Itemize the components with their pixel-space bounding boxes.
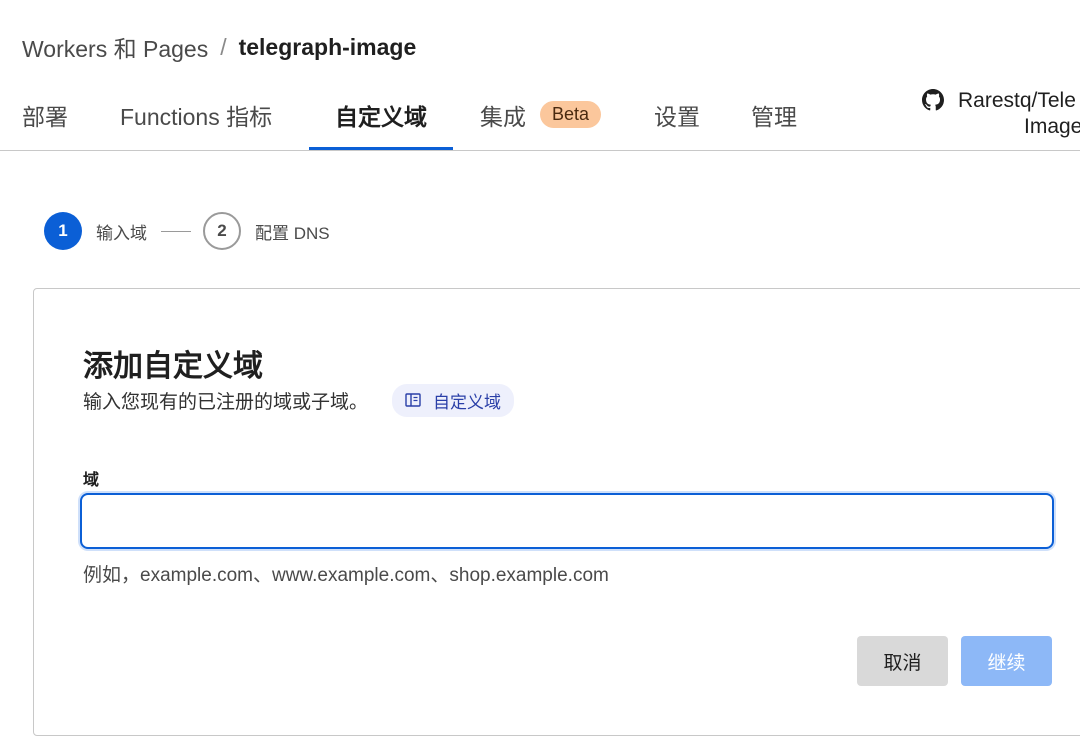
step-1-indicator: 1 [44, 212, 82, 250]
docs-link-label: 自定义域 [433, 392, 502, 412]
cancel-button[interactable]: 取消 [857, 636, 948, 686]
tab-label: 设置 [654, 103, 700, 130]
tab-integrations[interactable]: 集成 Beta [480, 80, 602, 149]
stepper: 1 输入域 2 配置 DNS [44, 211, 330, 251]
breadcrumb-parent-link[interactable]: Workers 和 Pages [22, 30, 208, 64]
repo-name-line2: Image [1024, 115, 1080, 138]
tab-label: 部署 [22, 103, 68, 130]
breadcrumb-current: telegraph-image [238, 33, 417, 60]
step-1-label: 输入域 [96, 223, 147, 243]
beta-badge: Beta [540, 101, 602, 128]
tab-deployments[interactable]: 部署 [22, 80, 68, 149]
tab-label: 集成 [480, 103, 526, 130]
tab-settings[interactable]: 设置 [654, 80, 700, 149]
github-icon [922, 89, 944, 118]
add-custom-domain-card: 添加自定义域 输入您现有的已注册的域或子域。 自定义域 域 例如，example… [33, 288, 1080, 736]
tab-manage[interactable]: 管理 [751, 80, 797, 149]
repo-name-line1: Rarestq/Tele [958, 89, 1076, 112]
tab-functions-metrics[interactable]: Functions 指标 [120, 80, 272, 149]
tab-label: Functions 指标 [120, 103, 273, 130]
step-connector [161, 230, 191, 232]
breadcrumb: Workers 和 Pages / telegraph-image [22, 30, 416, 64]
domain-field-label: 域 [83, 472, 100, 489]
tab-bar: 部署 Functions 指标 自定义域 集成 Beta 设置 管理 [0, 80, 1080, 151]
page: Workers 和 Pages / telegraph-image 部署 Fun… [0, 0, 1080, 737]
breadcrumb-separator: / [220, 33, 227, 60]
card-subtitle-row: 输入您现有的已注册的域或子域。 自定义域 [83, 383, 515, 417]
domain-hint: 例如，example.com、www.example.com、shop.exam… [83, 565, 609, 586]
tab-label: 自定义域 [335, 103, 427, 130]
domain-input[interactable] [80, 493, 1054, 549]
continue-button[interactable]: 继续 [961, 636, 1052, 686]
tab-label: 管理 [751, 103, 797, 130]
card-title: 添加自定义域 [83, 350, 263, 383]
tab-custom-domains[interactable]: 自定义域 [309, 80, 453, 150]
book-icon [405, 393, 421, 407]
step-2-indicator: 2 [203, 212, 241, 250]
step-2-label: 配置 DNS [255, 223, 330, 243]
custom-domain-docs-link[interactable]: 自定义域 [392, 383, 515, 417]
card-subtitle: 输入您现有的已注册的域或子域。 [83, 391, 369, 413]
